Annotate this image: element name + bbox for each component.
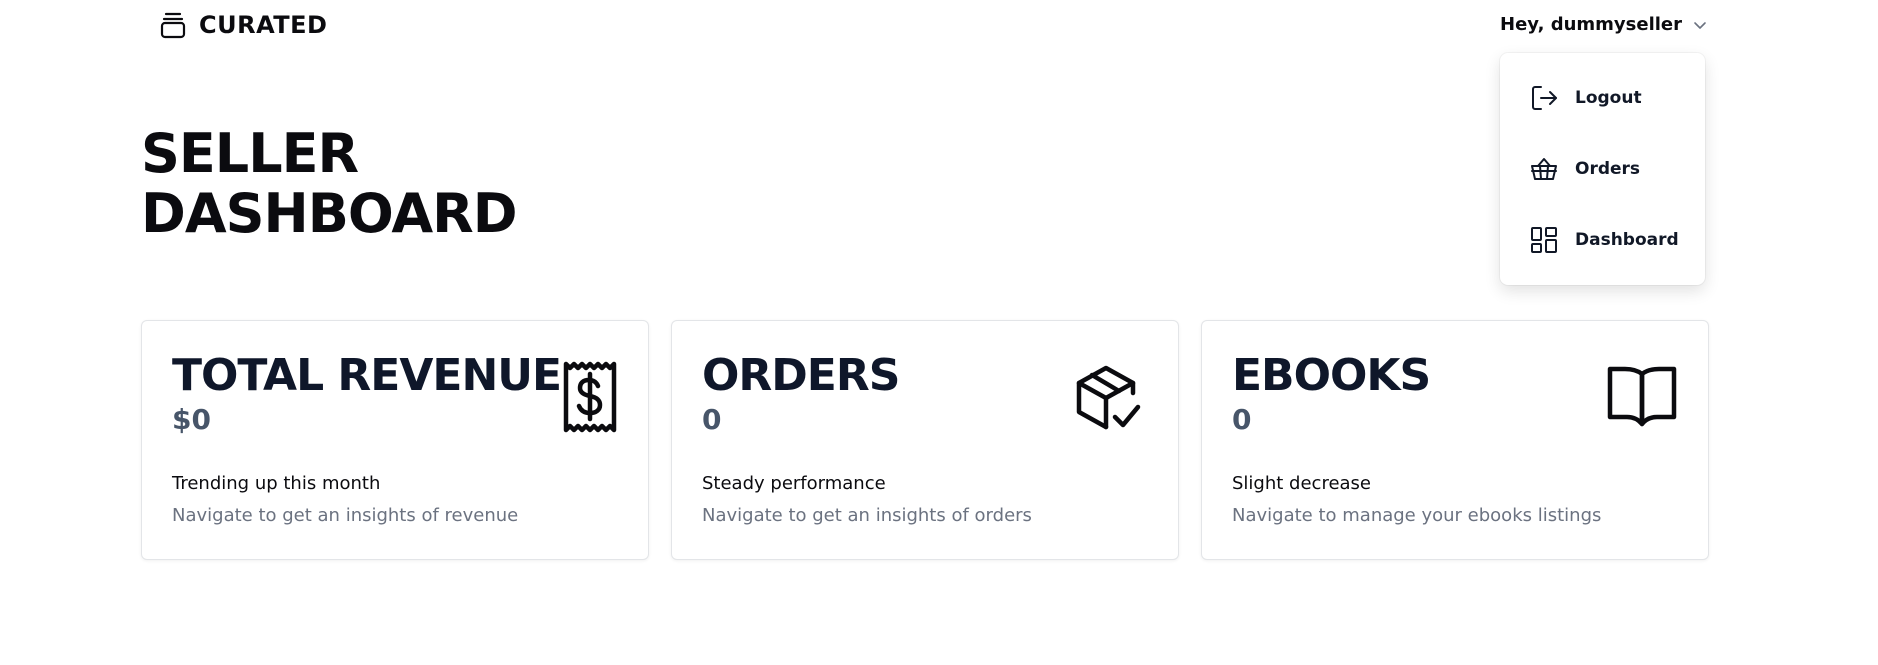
basket-icon <box>1529 154 1559 184</box>
card-subtext: Navigate to manage your ebooks listings <box>1232 505 1602 526</box>
card-ebooks[interactable]: EBOOKS 0 Slight decrease Navigate to man… <box>1201 320 1709 560</box>
page-title-line-1: SELLER <box>141 122 359 185</box>
package-check-icon <box>1076 365 1141 430</box>
brand-logo[interactable]: CURATED <box>160 11 327 39</box>
menu-item-label: Dashboard <box>1575 230 1679 250</box>
user-greeting: Hey, dummyseller <box>1500 14 1683 35</box>
receipt-dollar-icon <box>563 361 617 433</box>
page-title: SELLER DASHBOARD <box>141 122 518 245</box>
card-title: EBOOKS <box>1232 350 1431 401</box>
menu-item-label: Logout <box>1575 88 1642 108</box>
menu-item-orders[interactable]: Orders <box>1529 154 1640 184</box>
chevron-down-icon <box>1694 21 1706 29</box>
card-value: 0 <box>702 403 722 436</box>
user-menu-toggle[interactable]: Hey, dummyseller <box>1500 14 1708 35</box>
menu-item-logout[interactable]: Logout <box>1529 83 1642 113</box>
card-subtext: Navigate to get an insights of orders <box>702 505 1032 526</box>
layers-icon <box>160 12 186 39</box>
card-title: ORDERS <box>702 350 900 401</box>
dashboard-icon <box>1529 225 1559 255</box>
card-title: TOTAL REVENUE <box>172 350 562 401</box>
page-title-line-2: DASHBOARD <box>141 182 518 245</box>
user-dropdown-menu: Logout Orders Dashboard <box>1500 53 1705 285</box>
logout-icon <box>1529 83 1559 113</box>
card-subtext: Navigate to get an insights of revenue <box>172 505 519 526</box>
header: CURATED Hey, dummyseller <box>0 0 1878 56</box>
menu-item-dashboard[interactable]: Dashboard <box>1529 225 1679 255</box>
card-note: Trending up this month <box>172 473 381 494</box>
brand-name: CURATED <box>199 11 328 39</box>
card-note: Steady performance <box>702 473 886 494</box>
card-orders[interactable]: ORDERS 0 Steady performance Navigate to … <box>671 320 1179 560</box>
card-note: Slight decrease <box>1232 473 1371 494</box>
book-open-icon <box>1607 366 1677 427</box>
card-value: 0 <box>1232 403 1252 436</box>
menu-item-label: Orders <box>1575 159 1641 179</box>
card-value: $0 <box>172 403 211 436</box>
card-total-revenue[interactable]: TOTAL REVENUE $0 Trending up this month … <box>141 320 649 560</box>
